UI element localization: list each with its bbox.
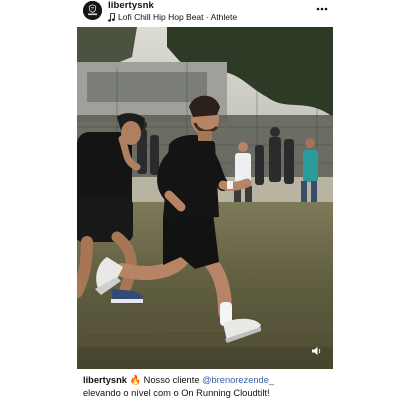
caption-text-continued: elevando o nível com o On Running Cloudt… bbox=[83, 388, 270, 398]
more-options-button[interactable] bbox=[314, 2, 330, 16]
running-athletes-photo bbox=[77, 27, 333, 369]
post-header: libertysnk Lofi Chill Hip Hop Beat · Ath… bbox=[78, 0, 336, 26]
instagram-post: libertysnk Lofi Chill Hip Hop Beat · Ath… bbox=[0, 0, 400, 400]
avatar[interactable] bbox=[83, 1, 102, 20]
sound-toggle-button[interactable] bbox=[308, 343, 324, 359]
audio-track[interactable]: Lofi Chill Hip Hop Beat · Athlete bbox=[108, 12, 237, 22]
post-username[interactable]: libertysnk bbox=[108, 0, 154, 11]
audio-track-label: Lofi Chill Hip Hop Beat · Athlete bbox=[118, 12, 238, 22]
caption-text: Nosso cliente bbox=[141, 375, 203, 385]
fire-emoji-icon: 🔥 bbox=[129, 375, 142, 385]
mention-link[interactable]: @brenorezende_ bbox=[202, 375, 274, 385]
post-media[interactable] bbox=[77, 27, 333, 369]
more-horizontal-icon bbox=[316, 7, 328, 11]
caption-username[interactable]: libertysnk bbox=[83, 375, 127, 385]
music-note-icon bbox=[108, 12, 115, 22]
speaker-icon bbox=[311, 347, 320, 355]
liberty-logo-icon bbox=[83, 1, 102, 20]
post-caption: libertysnk 🔥 Nosso cliente @brenorezende… bbox=[83, 374, 333, 400]
